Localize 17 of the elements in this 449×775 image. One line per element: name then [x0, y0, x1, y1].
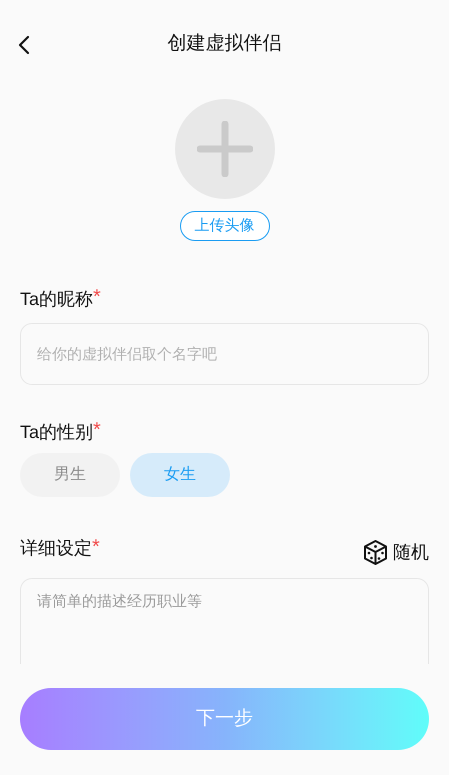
details-textarea[interactable]: 请简单的描述经历职业等 — [20, 578, 429, 664]
nickname-label: Ta的昵称 — [20, 288, 94, 310]
next-button[interactable]: 下一步 — [20, 688, 429, 750]
required-asterisk: * — [93, 287, 101, 307]
back-icon[interactable] — [18, 35, 30, 55]
required-asterisk: * — [93, 420, 101, 440]
dice-icon — [363, 539, 388, 566]
upload-avatar-button[interactable]: 上传头像 — [180, 211, 270, 241]
gender-option[interactable]: 男生 — [20, 453, 120, 497]
nickname-input[interactable]: 给你的虚拟伴侣取个名字吧 — [20, 323, 429, 385]
required-asterisk: * — [92, 536, 100, 556]
details-label: 详细设定 — [20, 537, 92, 560]
gender-option[interactable]: 女生 — [130, 453, 230, 497]
gender-label: Ta的性别 — [20, 420, 94, 444]
page-title: 创建虚拟伴侣 — [168, 32, 282, 56]
plus-icon — [196, 121, 252, 177]
random-button[interactable]: 随机 — [363, 539, 429, 566]
